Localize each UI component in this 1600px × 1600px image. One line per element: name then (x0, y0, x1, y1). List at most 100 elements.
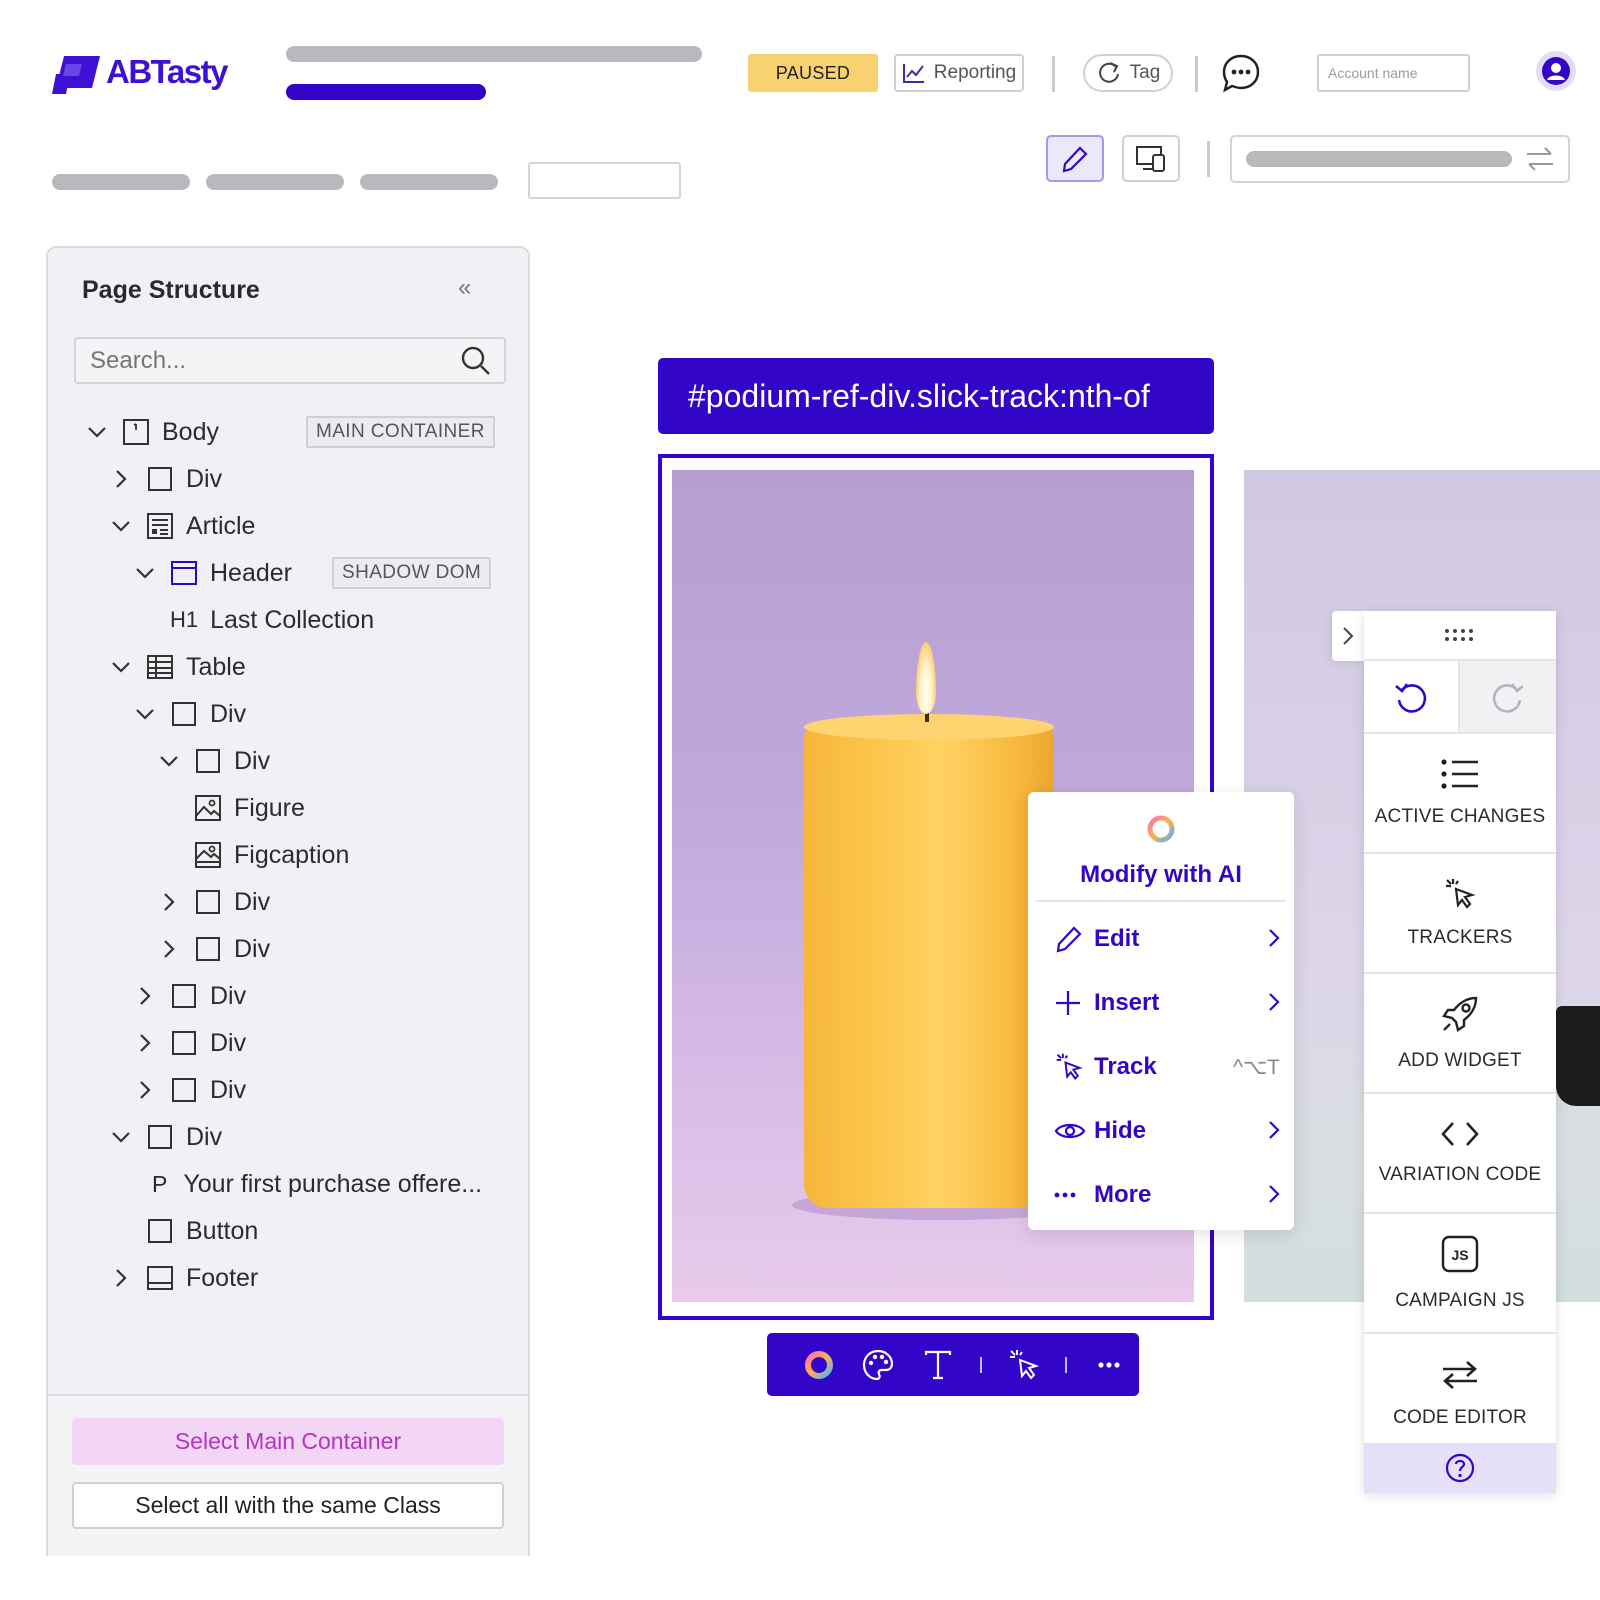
chevron-down-icon[interactable] (134, 703, 156, 725)
div-icon (170, 1076, 198, 1104)
tree-node-div[interactable]: Div (158, 925, 270, 973)
edit-mode-button[interactable] (1046, 135, 1104, 182)
undo-button[interactable] (1364, 661, 1460, 734)
chevron-right-icon[interactable] (158, 938, 180, 960)
sidebar-expand-button[interactable] (1332, 611, 1364, 661)
tree-node-label: Button (186, 1216, 259, 1245)
chat-icon[interactable] (1220, 52, 1262, 94)
tree-node-div[interactable]: Div (110, 1113, 222, 1161)
empty-field[interactable] (528, 162, 681, 199)
reporting-button[interactable]: Reporting (894, 54, 1024, 92)
tree-node-button[interactable]: Button (146, 1207, 258, 1255)
user-icon (1542, 57, 1570, 85)
tree-node-table[interactable]: Table (110, 643, 246, 691)
chevron-down-icon[interactable] (110, 656, 132, 678)
avatar[interactable] (1536, 51, 1576, 91)
help-icon (1445, 1453, 1475, 1483)
collapse-icon[interactable]: « (458, 274, 471, 302)
menu-item-insert[interactable]: Insert (1054, 983, 1280, 1023)
search-input[interactable] (76, 339, 436, 382)
status-badge: PAUSED (748, 54, 878, 92)
menu-item-hide[interactable]: Hide (1054, 1111, 1280, 1151)
select-main-container-button[interactable]: Select Main Container (72, 1418, 504, 1465)
modify-with-ai-button[interactable]: Modify with AI (1028, 812, 1294, 889)
reporting-label: Reporting (933, 62, 1017, 83)
tree-node-label: Div (186, 1122, 223, 1151)
code-editor-button[interactable]: CODE EDITOR (1364, 1334, 1556, 1454)
search-icon[interactable] (460, 345, 492, 377)
tab-placeholder-2[interactable] (206, 174, 344, 190)
tree-node-div[interactable]: Div (110, 455, 222, 503)
tree-node-label: Header (210, 558, 292, 587)
campaign-progress-placeholder (286, 84, 486, 100)
menu-item-track[interactable]: Track ^⌥T (1054, 1047, 1280, 1087)
abtasty-logo[interactable]: ABTasty (52, 50, 228, 94)
trackers-button[interactable]: TRACKERS (1364, 854, 1556, 974)
tree-node-body[interactable]: Body (86, 408, 219, 456)
tree-node-label: Div (234, 887, 271, 916)
tab-placeholder-3[interactable] (360, 174, 498, 190)
tree-node-div[interactable]: Div (134, 1019, 246, 1067)
select-same-class-button[interactable]: Select all with the same Class (72, 1482, 504, 1529)
campaign-js-button[interactable]: JS CAMPAIGN JS (1364, 1214, 1556, 1334)
chevron-right-icon[interactable] (134, 985, 156, 1007)
chevron-down-icon[interactable] (158, 750, 180, 772)
chevron-right-icon[interactable] (110, 468, 132, 490)
div-icon (194, 888, 222, 916)
account-name-field[interactable]: Account name (1317, 54, 1470, 92)
drag-handle[interactable] (1364, 611, 1556, 661)
divider (1052, 56, 1055, 92)
chevron-down-icon[interactable] (134, 562, 156, 584)
active-changes-button[interactable]: ACTIVE CHANGES (1364, 734, 1556, 854)
chevron-down-icon[interactable] (110, 515, 132, 537)
tree-node-figcaption[interactable]: Figcaption (194, 831, 349, 879)
sidebar-item-label: CODE EDITOR (1393, 1407, 1527, 1428)
help-button[interactable] (1364, 1443, 1556, 1493)
div-icon (170, 700, 198, 728)
url-bar[interactable] (1230, 135, 1570, 183)
ai-button[interactable] (789, 1333, 849, 1396)
tag-button[interactable]: Tag (1083, 54, 1173, 92)
table-icon (146, 653, 174, 681)
tree-node-label: Table (186, 652, 246, 681)
add-widget-button[interactable]: ADD WIDGET (1364, 974, 1556, 1094)
refresh-icon (1098, 62, 1119, 83)
tree-node-footer[interactable]: Footer (110, 1254, 258, 1302)
tree-node-div[interactable]: Div (134, 972, 246, 1020)
chevron-right-icon[interactable] (134, 1032, 156, 1054)
chevron-right-icon[interactable] (110, 1267, 132, 1289)
tab-placeholder-1[interactable] (52, 174, 190, 190)
menu-item-edit[interactable]: Edit (1054, 919, 1280, 959)
tree-node-paragraph[interactable]: P Your first purchase offere... (152, 1160, 482, 1208)
divider (1195, 56, 1198, 92)
chevron-right-icon[interactable] (158, 891, 180, 913)
swap-icon[interactable] (1524, 145, 1556, 173)
undo-icon (1395, 682, 1427, 713)
menu-item-more[interactable]: More (1054, 1175, 1280, 1215)
chevron-right-icon (1268, 927, 1280, 955)
redo-button[interactable] (1460, 661, 1556, 734)
variation-code-button[interactable]: VARIATION CODE (1364, 1094, 1556, 1214)
device-preview-button[interactable] (1122, 135, 1180, 182)
tree-node-article[interactable]: Article (110, 502, 255, 550)
tree-node-label: Body (162, 417, 219, 446)
div-icon (194, 935, 222, 963)
more-button[interactable] (1079, 1333, 1139, 1396)
tree-node-div[interactable]: Div (134, 690, 246, 738)
chevron-right-icon[interactable] (134, 1079, 156, 1101)
tree-node-figure[interactable]: Figure (194, 784, 305, 832)
div-icon (146, 1123, 174, 1151)
chevron-down-icon[interactable] (110, 1126, 132, 1148)
chevron-down-icon[interactable] (86, 421, 108, 443)
tree-node-div[interactable]: Div (158, 737, 270, 785)
tree-node-div[interactable]: Div (134, 1066, 246, 1114)
track-button[interactable] (994, 1333, 1054, 1396)
text-icon (925, 1350, 952, 1379)
tree-node-div[interactable]: Div (158, 878, 270, 926)
tree-node-h1[interactable]: H1 Last Collection (170, 596, 374, 644)
search-box[interactable] (74, 337, 506, 384)
tree-node-header[interactable]: Header (134, 549, 292, 597)
url-placeholder (1246, 151, 1512, 167)
style-button[interactable] (849, 1333, 909, 1396)
text-button[interactable] (908, 1333, 968, 1396)
